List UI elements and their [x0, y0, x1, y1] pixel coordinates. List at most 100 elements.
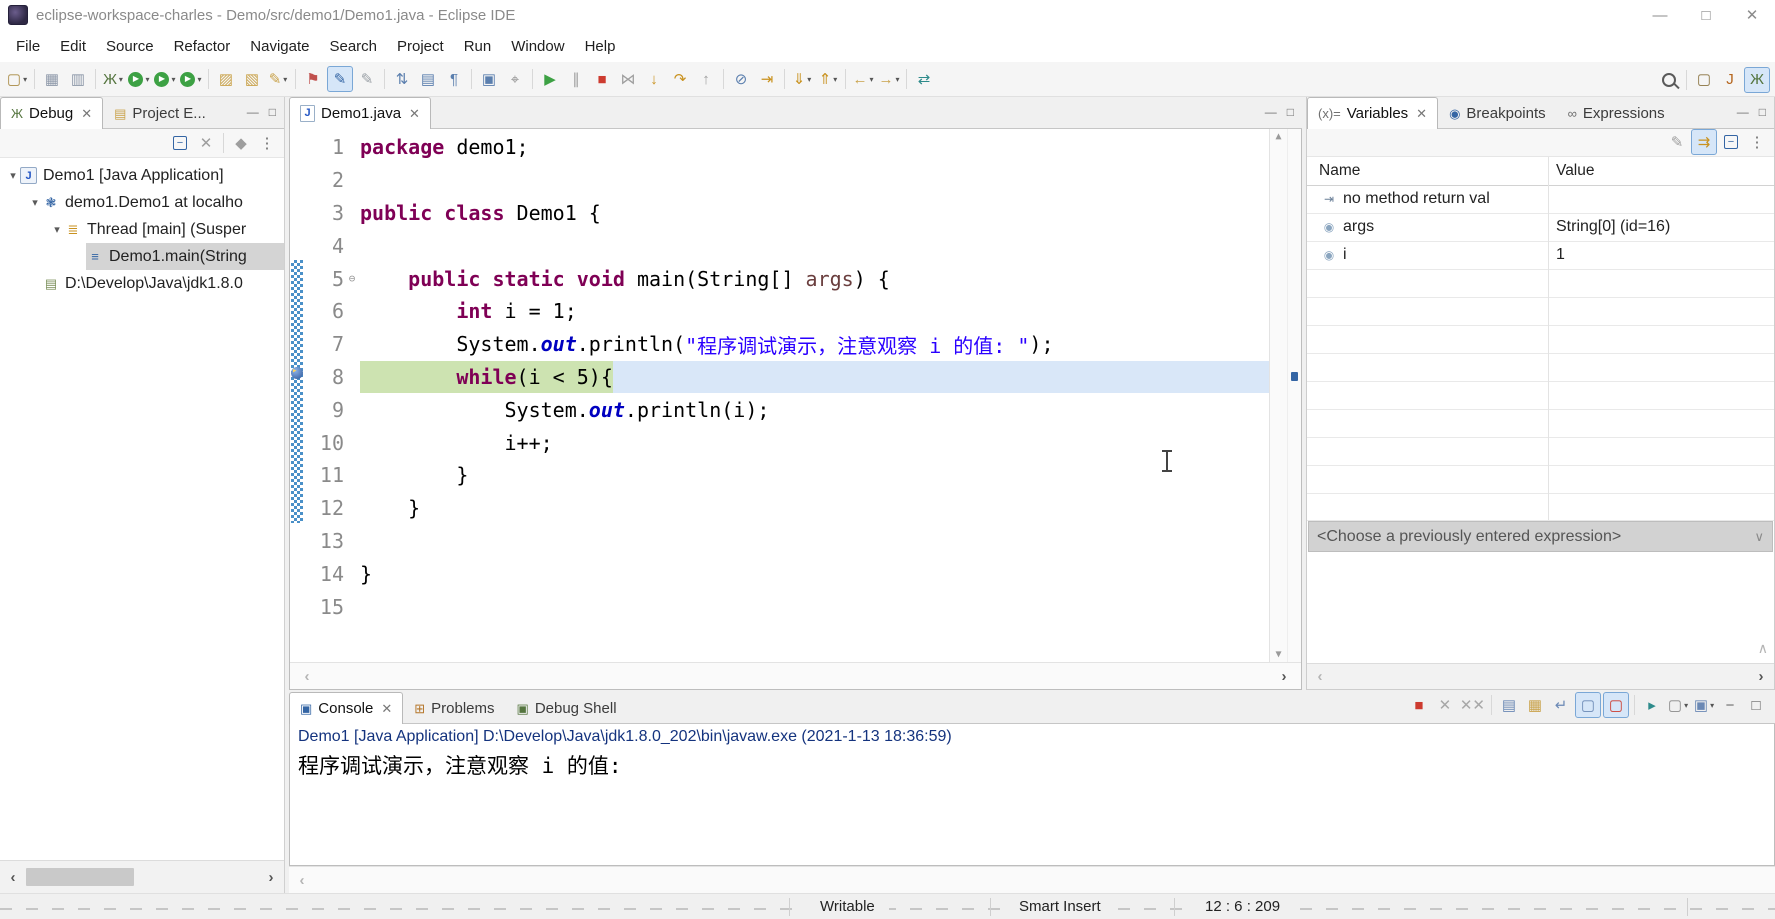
search-icon[interactable]	[1657, 68, 1681, 92]
scroll-right-arrow[interactable]: ›	[1271, 668, 1297, 685]
maximize-view-icon[interactable]: □	[269, 105, 276, 119]
open-resource-icon[interactable]: ▧	[240, 67, 264, 91]
chevron-expanded-icon[interactable]: ▾	[50, 223, 64, 236]
console-horizontal-scrollbar[interactable]: ‹	[289, 866, 1775, 893]
line-number[interactable]: 13	[304, 529, 344, 553]
scroll-lock-icon[interactable]: ▦	[1523, 693, 1547, 717]
close-icon[interactable]: ✕	[381, 701, 392, 717]
debug-perspective-icon[interactable]: Ж	[1744, 67, 1770, 93]
name-column-header[interactable]: Name	[1307, 162, 1548, 180]
collapse-all-icon[interactable]: −	[1719, 130, 1743, 154]
show-stdout-icon[interactable]: ▢	[1575, 692, 1601, 718]
line-number[interactable]: 6	[304, 299, 344, 323]
use-step-filters-icon[interactable]: ⇥	[755, 67, 779, 91]
step-over-icon[interactable]: ↷	[668, 67, 692, 91]
minimize-view-icon[interactable]: —	[1737, 105, 1749, 119]
tree-item-d-develop-java-jdk1-8-0[interactable]: ▤D:\Develop\Java\jdk1.8.0	[0, 270, 284, 297]
view-menu-icon[interactable]: ⋮	[255, 131, 279, 155]
step-return-icon[interactable]: ↑	[694, 67, 718, 91]
step-into-icon[interactable]: ↓	[642, 67, 666, 91]
new-wizard-icon[interactable]: ▢▾	[5, 67, 29, 91]
java-perspective-icon[interactable]: J	[1718, 68, 1742, 92]
expression-chooser[interactable]: <Choose a previously entered expression>…	[1308, 521, 1773, 552]
clear-console-icon[interactable]: ▤	[1497, 693, 1521, 717]
code-editor[interactable]: 1package demo1;23public class Demo1 {45⊖…	[290, 129, 1301, 662]
variables-horizontal-scrollbar[interactable]: ‹ ›	[1307, 663, 1774, 689]
line-number[interactable]: 3	[304, 201, 344, 225]
coverage-icon[interactable]: ▶▾	[153, 67, 177, 91]
code-line-4[interactable]: 4	[304, 229, 1269, 262]
menu-run[interactable]: Run	[454, 34, 502, 59]
maximize-button[interactable]: □	[1683, 0, 1729, 30]
disconnect-icon[interactable]: ⋈	[616, 67, 640, 91]
scroll-thumb[interactable]	[26, 868, 134, 886]
menu-file[interactable]: File	[6, 34, 50, 59]
code-lines[interactable]: 1package demo1;23public class Demo1 {45⊖…	[304, 129, 1269, 662]
variable-detail-pane[interactable]: ∧	[1307, 552, 1774, 663]
variables-table-header[interactable]: Name Value	[1307, 157, 1774, 186]
line-number[interactable]: 2	[304, 168, 344, 192]
mark-occurrences-icon[interactable]: ✎	[327, 66, 353, 92]
vars-tab-variables[interactable]: (x)=Variables✕	[1307, 97, 1438, 129]
maximize-view-icon[interactable]: □	[1744, 693, 1768, 717]
external-tools-icon[interactable]: ▶▾	[179, 67, 203, 91]
close-button[interactable]: ✕	[1729, 0, 1775, 30]
show-stderr-icon[interactable]: ▢	[1603, 692, 1629, 718]
close-icon[interactable]: ✕	[81, 106, 92, 122]
next-annotation-icon[interactable]: ⇓▾	[790, 67, 814, 91]
fold-marker-icon[interactable]: ⊖	[344, 272, 360, 285]
column-divider[interactable]	[1548, 157, 1549, 520]
console-content[interactable]: Demo1 [Java Application] D:\Develop\Java…	[289, 724, 1775, 866]
line-number[interactable]: 4	[304, 234, 344, 258]
tree-item-demo1-main-string[interactable]: ≡Demo1.main(String	[0, 243, 284, 270]
code-line-7[interactable]: 7 System.out.println("程序调试演示，注意观察 i 的值: …	[304, 328, 1269, 361]
empty-row[interactable]	[1307, 326, 1774, 354]
chevron-up-icon[interactable]: ∧	[1758, 640, 1768, 657]
empty-row[interactable]	[1307, 354, 1774, 382]
value-column-header[interactable]: Value	[1548, 162, 1774, 180]
empty-row[interactable]	[1307, 298, 1774, 326]
scroll-right-arrow[interactable]: ›	[258, 869, 284, 886]
sort-icon[interactable]: ⇅	[390, 67, 414, 91]
menu-window[interactable]: Window	[501, 34, 574, 59]
suspend-icon[interactable]: ∥	[564, 67, 588, 91]
code-line-6[interactable]: 6 int i = 1;	[304, 295, 1269, 328]
line-number[interactable]: 8	[304, 365, 344, 389]
save-all-icon[interactable]: ▥	[66, 67, 90, 91]
code-line-14[interactable]: 14}	[304, 557, 1269, 590]
empty-row[interactable]	[1307, 438, 1774, 466]
chevron-expanded-icon[interactable]: ▾	[6, 169, 20, 182]
back-icon[interactable]: ←▾	[851, 67, 875, 91]
link-with-editor-icon[interactable]: ⇄	[912, 67, 936, 91]
line-number[interactable]: 11	[304, 463, 344, 487]
variable-row-i[interactable]: ◉i1	[1307, 242, 1774, 270]
empty-row[interactable]	[1307, 382, 1774, 410]
display-console-icon[interactable]: ▢▾	[1666, 693, 1690, 717]
line-number[interactable]: 10	[304, 431, 344, 455]
open-console-icon[interactable]: ▣▾	[1692, 693, 1716, 717]
run-icon[interactable]: ▶▾	[127, 67, 151, 91]
line-number[interactable]: 14	[304, 562, 344, 586]
code-line-8[interactable]: 8 while(i < 5){	[304, 361, 1269, 394]
format-icon[interactable]: ✎	[355, 67, 379, 91]
debug-horizontal-scrollbar[interactable]: ‹ ›	[0, 860, 284, 893]
resume-icon[interactable]: ▶	[538, 67, 562, 91]
debug-icon[interactable]: Ж▾	[101, 67, 125, 91]
line-number[interactable]: 9	[304, 398, 344, 422]
empty-row[interactable]	[1307, 494, 1774, 521]
editor-tab-demo1-java[interactable]: JDemo1.java✕	[289, 97, 431, 129]
code-line-5[interactable]: 5⊖ public static void main(String[] args…	[304, 262, 1269, 295]
show-whitespace-icon[interactable]: ¶	[442, 67, 466, 91]
editor-vertical-scrollbar[interactable]: ▲ ▼	[1269, 129, 1287, 662]
scroll-right-arrow[interactable]: ›	[1748, 668, 1774, 685]
minimize-button[interactable]: —	[1637, 0, 1683, 30]
menu-refactor[interactable]: Refactor	[164, 34, 241, 59]
filter-icon[interactable]: ◆	[229, 131, 253, 155]
close-icon[interactable]: ✕	[1416, 106, 1427, 122]
code-line-11[interactable]: 11 }	[304, 459, 1269, 492]
code-line-13[interactable]: 13	[304, 525, 1269, 558]
variable-row-no-method-return-val[interactable]: ⇥no method return val	[1307, 186, 1774, 214]
save-icon[interactable]: ▦	[40, 67, 64, 91]
empty-row[interactable]	[1307, 410, 1774, 438]
vars-tab-expressions[interactable]: ∞Expressions	[1557, 97, 1676, 128]
